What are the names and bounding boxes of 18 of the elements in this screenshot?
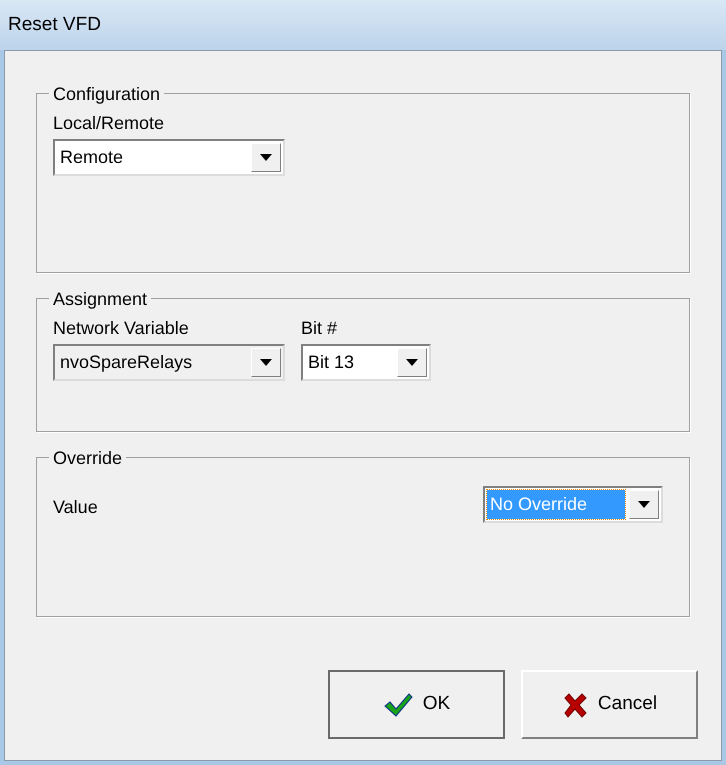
dropdown-value: No Override <box>487 490 625 519</box>
caret-icon[interactable] <box>629 490 659 519</box>
caret-icon[interactable] <box>397 348 427 377</box>
caret-icon[interactable] <box>251 143 281 172</box>
cancel-button[interactable]: Cancel <box>521 670 698 739</box>
dropdown[interactable]: Bit 13 <box>301 344 431 381</box>
ok-button[interactable]: OK <box>328 670 505 739</box>
field-label: Network Variable <box>53 317 190 340</box>
dropdown-value: Remote <box>59 146 124 169</box>
field-label: Bit # <box>301 317 338 340</box>
checkmark-icon <box>382 692 413 718</box>
dropdown-value: nvoSpareRelays <box>59 351 194 374</box>
window-title: Reset VFD <box>8 12 101 37</box>
field-label: Local/Remote <box>53 112 166 135</box>
cross-icon <box>562 692 588 718</box>
field-label: Value <box>53 497 98 517</box>
dropdown[interactable]: Remote <box>53 139 285 176</box>
dropdown-value: Bit 13 <box>307 351 356 374</box>
